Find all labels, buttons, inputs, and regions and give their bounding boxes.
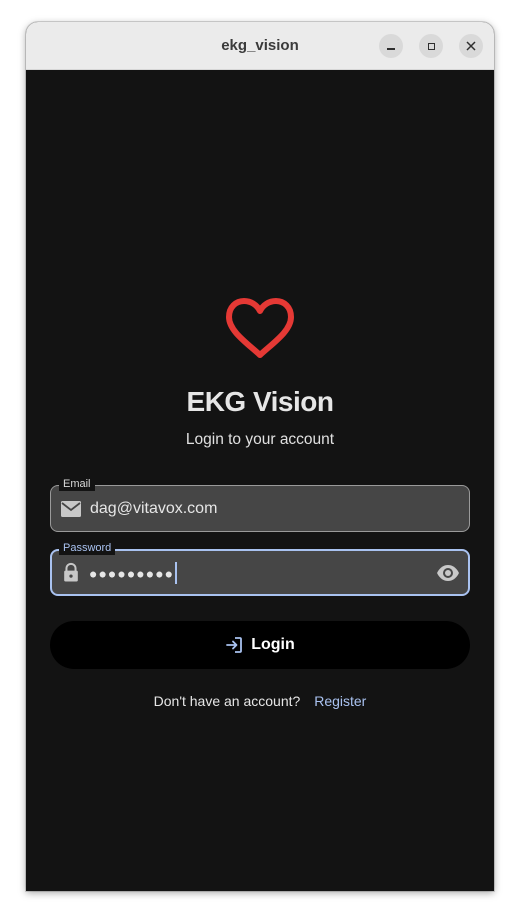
login-button[interactable]: Login — [50, 621, 470, 669]
password-input: ●●●●●●●●● — [89, 562, 178, 586]
close-icon — [466, 41, 476, 51]
login-screen: EKG Vision Login to your account Email d… — [26, 70, 494, 891]
login-icon — [226, 637, 243, 653]
eye-icon[interactable] — [436, 563, 460, 583]
mail-icon — [61, 501, 81, 517]
password-masked-value: ●●●●●●●●● — [89, 565, 175, 582]
lock-icon — [64, 562, 78, 582]
text-cursor — [175, 562, 178, 584]
heart-icon — [226, 298, 294, 358]
login-subtitle: Login to your account — [185, 431, 335, 448]
email-label: Email — [59, 477, 95, 491]
maximize-icon — [427, 42, 435, 50]
minimize-icon — [387, 48, 395, 50]
title-bar: ekg_vision — [26, 22, 494, 70]
password-label: Password — [59, 541, 116, 555]
minimize-button[interactable] — [379, 34, 403, 58]
password-field[interactable]: Password ●●●●●●●●● — [50, 541, 470, 596]
email-field[interactable]: Email dag@vitavox.com — [50, 477, 470, 532]
maximize-button[interactable] — [419, 34, 443, 58]
register-prompt-text: Don't have an account? — [153, 693, 301, 709]
app-window: ekg_vision EKG Vision Login to your acco… — [26, 22, 494, 891]
close-button[interactable] — [459, 34, 483, 58]
register-link[interactable]: Register — [314, 693, 366, 709]
login-button-label: Login — [251, 636, 295, 653]
app-title: EKG Vision — [186, 386, 334, 417]
register-prompt: Don't have an account? Register — [26, 693, 494, 709]
email-value: dag@vitavox.com — [90, 500, 218, 517]
